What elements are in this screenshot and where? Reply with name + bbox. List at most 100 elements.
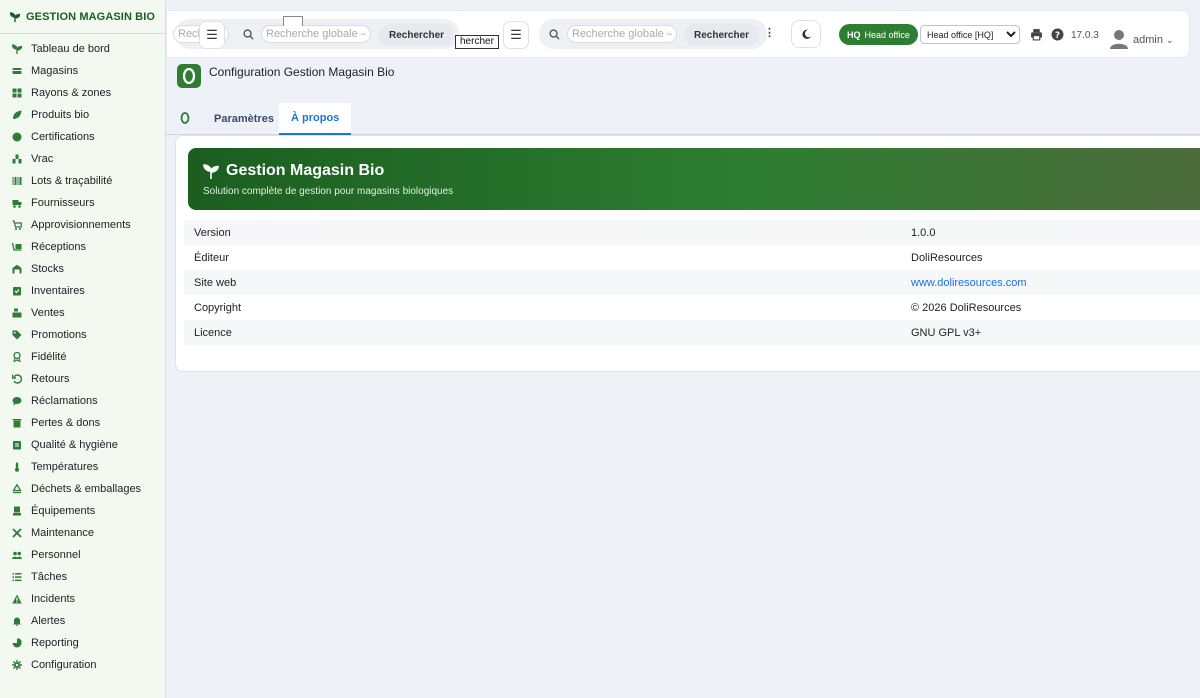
sidebar-item-taches[interactable]: Tâches bbox=[0, 566, 165, 588]
store-icon bbox=[12, 66, 22, 76]
sidebar-item-alertes[interactable]: Alertes bbox=[0, 610, 165, 632]
sidebar-item-label: Produits bio bbox=[31, 109, 90, 121]
about-card: Gestion Magasin Bio Solution complète de… bbox=[175, 135, 1200, 372]
sidebar-item-incidents[interactable]: Incidents bbox=[0, 588, 165, 610]
hero-subtitle: Solution complète de gestion pour magasi… bbox=[203, 186, 454, 197]
menu-toggle-button-2[interactable]: ☰ bbox=[503, 21, 529, 49]
dark-mode-toggle[interactable] bbox=[791, 20, 821, 48]
sidebar-item-label: Rayons & zones bbox=[31, 87, 112, 99]
sidebar-item-label: Déchets & emballages bbox=[31, 483, 142, 495]
sidebar-item-label: Tâches bbox=[31, 571, 68, 583]
table-row: Site web www.doliresources.com bbox=[184, 270, 1200, 295]
info-label: Éditeur bbox=[194, 251, 229, 264]
site-select[interactable]: Head office [HQ] bbox=[920, 25, 1020, 44]
user-menu[interactable]: admin ⌄ bbox=[1133, 34, 1174, 46]
trash-icon bbox=[12, 418, 22, 428]
sidebar-item-produits-bio[interactable]: Produits bio bbox=[0, 104, 165, 126]
sidebar-item-magasins[interactable]: Magasins bbox=[0, 60, 165, 82]
info-label: Copyright bbox=[194, 301, 242, 314]
table-row: Version 1.0.0 bbox=[184, 220, 1200, 245]
info-value: © 2026 DoliResources bbox=[911, 301, 1022, 314]
tools-icon bbox=[12, 528, 22, 538]
global-search-input-2[interactable] bbox=[567, 25, 677, 43]
help-icon[interactable]: ? bbox=[1051, 28, 1064, 41]
warehouse-icon bbox=[12, 264, 22, 274]
sidebar-item-rayons-zones[interactable]: Rayons & zones bbox=[0, 82, 165, 104]
bell-icon bbox=[12, 616, 22, 626]
chevron-down-icon: ⌄ bbox=[1166, 35, 1174, 45]
tags-icon bbox=[12, 330, 22, 340]
sidebar-item-dechets-emballages[interactable]: Déchets & emballages bbox=[0, 478, 165, 500]
sidebar-item-approvisionnements[interactable]: Approvisionnements bbox=[0, 214, 165, 236]
ghost-box bbox=[283, 16, 303, 26]
sidebar-item-personnel[interactable]: Personnel bbox=[0, 544, 165, 566]
undo-icon bbox=[12, 374, 22, 384]
sidebar-item-label: Réclamations bbox=[31, 395, 98, 407]
truck-icon bbox=[12, 198, 22, 208]
sidebar-item-label: Fournisseurs bbox=[31, 197, 95, 209]
table-row: Licence GNU GPL v3+ bbox=[184, 320, 1200, 345]
print-icon[interactable] bbox=[1030, 28, 1043, 41]
info-value: GNU GPL v3+ bbox=[911, 320, 1200, 345]
sidebar-item-temperatures[interactable]: Températures bbox=[0, 456, 165, 478]
sidebar-item-label: Ventes bbox=[31, 307, 65, 319]
sidebar-item-label: Promotions bbox=[31, 329, 87, 341]
sidebar-item-label: Stocks bbox=[31, 263, 65, 275]
tab-parametres[interactable]: Paramètres bbox=[202, 103, 286, 135]
app-version: 17.0.3 bbox=[1071, 30, 1099, 41]
sidebar-nav: Tableau de bord Magasins Rayons & zones Pro… bbox=[0, 34, 165, 676]
hq-entity-badge[interactable]: HQ Head office bbox=[839, 24, 918, 45]
list-icon bbox=[12, 572, 22, 582]
sidebar-item-pertes-dons[interactable]: Pertes & dons bbox=[0, 412, 165, 434]
brand-name: GESTION MAGASIN BIO bbox=[26, 10, 156, 23]
sidebar-item-qualite-hygiene[interactable]: Qualité & hygiène bbox=[0, 434, 165, 456]
sidebar-item-inventaires[interactable]: Inventaires bbox=[0, 280, 165, 302]
recycle-icon bbox=[12, 484, 22, 494]
search-button-1[interactable]: Rechercher bbox=[379, 24, 455, 46]
seedling-icon bbox=[203, 164, 219, 179]
website-link[interactable]: www.doliresources.com bbox=[911, 277, 1027, 289]
sidebar-item-equipements[interactable]: Équipements bbox=[0, 500, 165, 522]
cart-icon bbox=[12, 220, 22, 230]
search-icon bbox=[549, 29, 560, 40]
sidebar-item-tableau-de-bord[interactable]: Tableau de bord bbox=[0, 38, 165, 60]
clipboard-check-icon bbox=[12, 286, 22, 296]
sidebar-item-reclamations[interactable]: Réclamations bbox=[0, 390, 165, 412]
menu-toggle-button-1[interactable]: ☰ bbox=[199, 21, 225, 49]
pie-chart-icon bbox=[12, 638, 22, 648]
about-hero-banner: Gestion Magasin Bio Solution complète de… bbox=[188, 148, 1200, 210]
search-icon bbox=[243, 29, 254, 40]
sidebar-item-vrac[interactable]: Vrac bbox=[0, 148, 165, 170]
sidebar: GESTION MAGASIN BIO Tableau de bord Magas… bbox=[0, 0, 166, 698]
sidebar-item-reporting[interactable]: Reporting bbox=[0, 632, 165, 654]
sidebar-brand[interactable]: GESTION MAGASIN BIO bbox=[0, 0, 165, 34]
sidebar-item-label: Configuration bbox=[31, 659, 97, 671]
top-bar: ☰ Rechercher hercher ☰ Rechercher ⋮ HQ H… bbox=[166, 10, 1190, 58]
sidebar-item-lots-tracabilite[interactable]: Lots & traçabilité bbox=[0, 170, 165, 192]
module-logo-icon bbox=[177, 64, 201, 88]
tab-a-propos[interactable]: À propos bbox=[279, 103, 352, 135]
more-options-icon[interactable]: ⋮ bbox=[764, 26, 775, 39]
sidebar-item-receptions[interactable]: Réceptions bbox=[0, 236, 165, 258]
sidebar-item-label: Tableau de bord bbox=[31, 43, 110, 55]
sidebar-item-configuration[interactable]: Configuration bbox=[0, 654, 165, 676]
search-button-2[interactable]: Rechercher bbox=[684, 24, 760, 46]
sidebar-item-retours[interactable]: Retours bbox=[0, 368, 165, 390]
sidebar-item-fournisseurs[interactable]: Fournisseurs bbox=[0, 192, 165, 214]
sidebar-item-maintenance[interactable]: Maintenance bbox=[0, 522, 165, 544]
sidebar-item-stocks[interactable]: Stocks bbox=[0, 258, 165, 280]
sidebar-item-promotions[interactable]: Promotions bbox=[0, 324, 165, 346]
avatar[interactable] bbox=[1109, 28, 1129, 50]
sidebar-item-label: Équipements bbox=[31, 505, 96, 517]
seedling-icon bbox=[12, 44, 22, 54]
about-info-table: Version 1.0.0 Éditeur DoliResources Site… bbox=[184, 220, 1200, 345]
module-tab-icon bbox=[180, 112, 190, 124]
sidebar-item-certifications[interactable]: Certifications bbox=[0, 126, 165, 148]
sidebar-item-fidelite[interactable]: Fidélité bbox=[0, 346, 165, 368]
global-search-input-1[interactable] bbox=[261, 25, 371, 43]
blender-icon bbox=[12, 506, 22, 516]
sidebar-item-label: Personnel bbox=[31, 549, 81, 561]
sidebar-item-ventes[interactable]: Ventes bbox=[0, 302, 165, 324]
sidebar-item-label: Maintenance bbox=[31, 527, 94, 539]
grid-icon bbox=[12, 88, 22, 98]
